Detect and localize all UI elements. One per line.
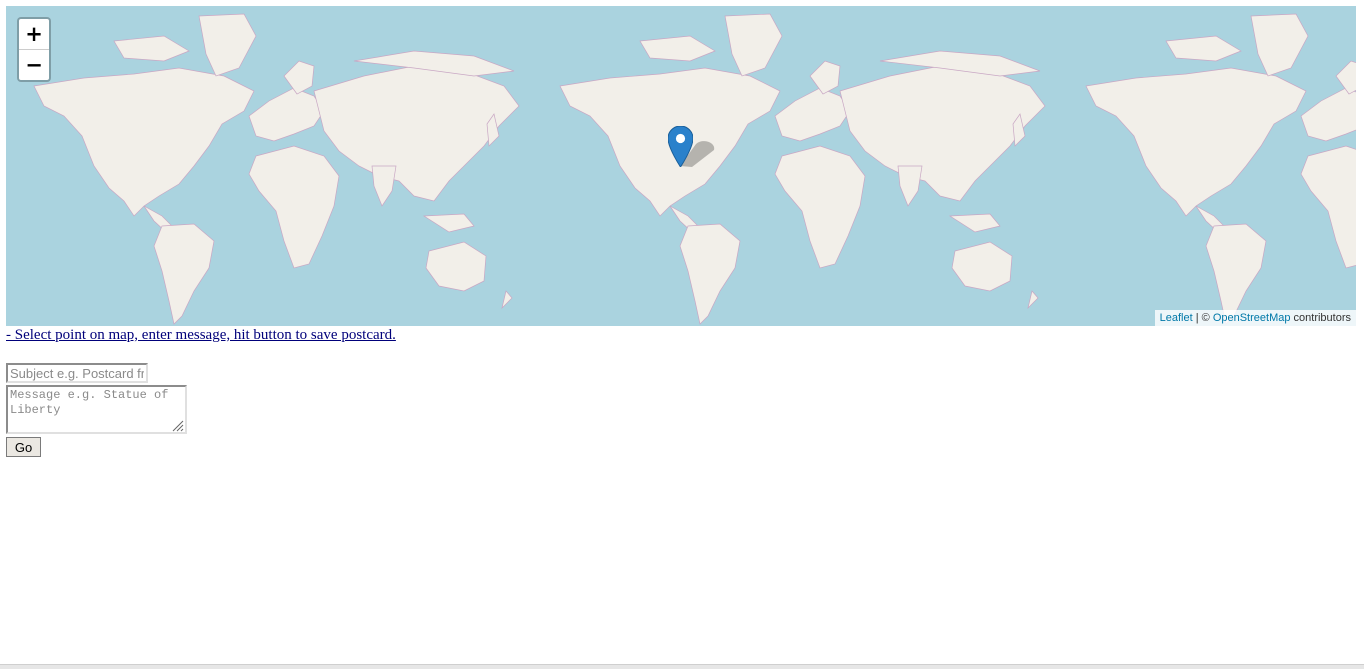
go-button[interactable]: Go — [6, 437, 41, 457]
zoom-in-button[interactable]: + — [19, 19, 49, 50]
resize-grip-icon[interactable] — [171, 419, 184, 432]
instructions-link[interactable]: - Select point on map, enter message, hi… — [6, 327, 396, 344]
zoom-control: + − — [17, 17, 51, 82]
location-pin-icon[interactable] — [668, 126, 693, 167]
window-bottom-edge — [0, 664, 1364, 669]
attribution-separator: | © — [1192, 312, 1213, 324]
map-attribution: Leaflet | © OpenStreetMap contributors — [1154, 310, 1356, 326]
openstreetmap-link[interactable]: OpenStreetMap — [1213, 312, 1291, 324]
map-view[interactable]: + − Leaflet | © OpenStreetMap contributo… — [6, 6, 1356, 326]
message-textarea[interactable] — [6, 385, 187, 434]
leaflet-link[interactable]: Leaflet — [1160, 312, 1193, 324]
zoom-out-button[interactable]: − — [19, 50, 49, 80]
subject-input[interactable] — [6, 363, 148, 383]
attribution-suffix: contributors — [1290, 312, 1351, 324]
